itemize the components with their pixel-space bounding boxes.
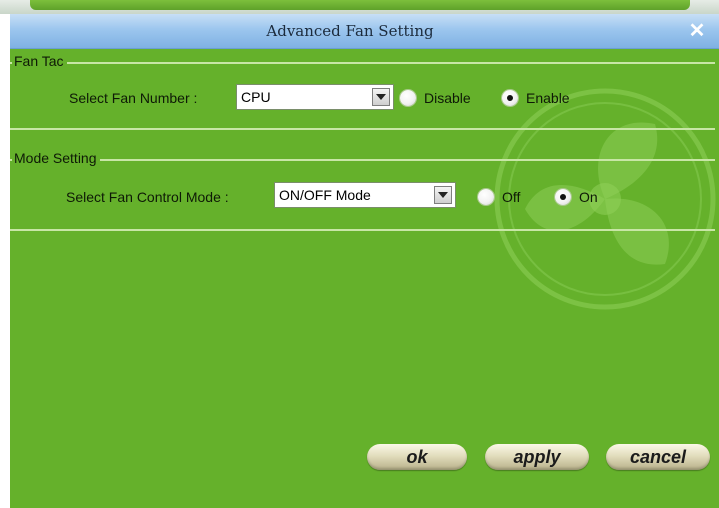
fan-tac-legend: Fan Tac: [12, 53, 67, 69]
apply-button[interactable]: apply: [485, 444, 589, 470]
dialog-title: Advanced Fan Setting: [266, 22, 434, 40]
chevron-down-icon[interactable]: [372, 88, 390, 106]
fan-number-select[interactable]: CPU: [236, 84, 394, 110]
ok-button[interactable]: ok: [367, 444, 467, 470]
chevron-down-icon[interactable]: [434, 186, 452, 204]
background-window-edge: [30, 0, 690, 10]
radio-selected-dot: [507, 95, 513, 101]
cancel-button[interactable]: cancel: [606, 444, 710, 470]
background-window-strip: [0, 0, 719, 14]
close-icon[interactable]: ✕: [685, 16, 709, 46]
select-fan-control-mode-label: Select Fan Control Mode :: [66, 189, 229, 205]
fan-control-mode-select[interactable]: ON/OFF Mode: [274, 182, 456, 208]
mode-setting-legend: Mode Setting: [12, 150, 100, 166]
disable-label: Disable: [424, 90, 471, 106]
enable-label: Enable: [526, 90, 570, 106]
off-label: Off: [502, 189, 521, 205]
radio-selected-dot: [560, 194, 566, 200]
on-label: On: [579, 189, 598, 205]
fan-control-mode-value: ON/OFF Mode: [279, 187, 371, 203]
select-fan-number-label: Select Fan Number :: [69, 90, 198, 106]
on-radio[interactable]: [555, 189, 571, 205]
advanced-fan-setting-dialog: Advanced Fan Setting ✕ Fan Tac Select Fa…: [10, 14, 719, 508]
title-bar: Advanced Fan Setting ✕: [10, 14, 719, 49]
enable-radio[interactable]: [502, 90, 518, 106]
disable-radio[interactable]: [400, 90, 416, 106]
fan-number-value: CPU: [241, 89, 271, 105]
off-radio[interactable]: [478, 189, 494, 205]
